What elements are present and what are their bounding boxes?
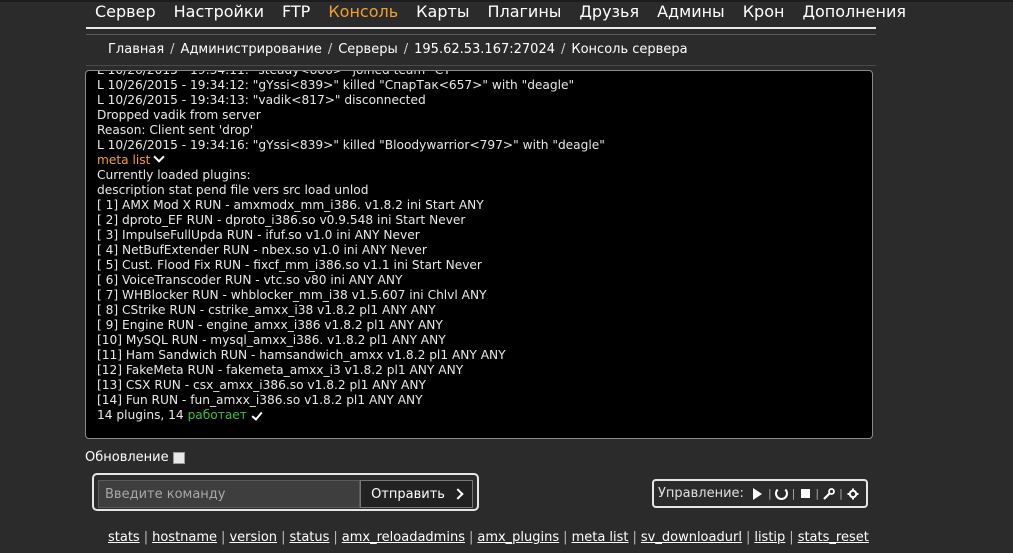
- refresh-toggle: Обновление: [85, 450, 185, 465]
- breadcrumb: Главная / Администрирование / Серверы / 195.62…: [108, 42, 688, 57]
- console-line: [13] CSX RUN - csx_amxx_i386.so v1.8.2 p…: [97, 378, 426, 392]
- quick-command-link[interactable]: stats: [108, 530, 140, 545]
- quick-command-link[interactable]: amx_reloadadmins: [342, 530, 465, 545]
- restart-icon[interactable]: [775, 487, 789, 501]
- check-icon: [251, 411, 262, 420]
- quick-command-link[interactable]: version: [229, 530, 277, 545]
- console-line: [ 9] Engine RUN - engine_amxx_i386 v1.8.…: [97, 318, 443, 332]
- quick-command-separator: |: [632, 530, 637, 545]
- quick-command-separator: |: [281, 530, 286, 545]
- breadcrumb-item[interactable]: 195.62.53.167:27024: [414, 42, 555, 57]
- console-summary: 14 plugins, 14 работает: [97, 408, 862, 423]
- wrench-icon[interactable]: [822, 487, 836, 501]
- command-form: Отправить: [92, 473, 479, 511]
- send-button[interactable]: Отправить: [360, 480, 473, 508]
- console-line: L 10/26/2015 - 19:34:16: "gYssi<839>" ki…: [97, 138, 605, 152]
- breadcrumb-divider: [86, 65, 876, 66]
- refresh-label: Обновление: [85, 450, 169, 465]
- console-command-line: meta list: [97, 151, 862, 168]
- console-plugin-list: Currently loaded plugins: description sta…: [97, 168, 862, 408]
- nav-item[interactable]: FTP: [273, 0, 319, 24]
- console-line: [ 8] CStrike RUN - cstrike_amxx_i38 v1.8…: [97, 303, 436, 317]
- quick-command-separator: |: [745, 530, 751, 545]
- top-nav: Сервер Настройки FTP Консоль Карты Плагины Дру…: [86, 0, 906, 35]
- console-line: description stat pend file vers src load…: [97, 183, 369, 197]
- breadcrumb-item[interactable]: Администрирование: [181, 42, 322, 57]
- quick-command-link[interactable]: amx_plugins: [477, 530, 559, 545]
- nav-item[interactable]: Карты: [407, 0, 478, 24]
- console-line: [12] FakeMeta RUN - fakemeta_amxx_i3 v1.…: [97, 363, 464, 377]
- console-line: [ 4] NetBufExtender RUN - nbex.so v1.0 i…: [97, 243, 427, 257]
- send-button-label: Отправить: [371, 486, 445, 502]
- nav-item[interactable]: Крон: [734, 0, 794, 24]
- quick-command-separator: |: [333, 530, 338, 545]
- control-label: Управление:: [658, 486, 744, 501]
- summary-status: работает: [187, 408, 247, 422]
- quick-command-separator: |: [143, 530, 149, 545]
- summary-count: 14 plugins, 14: [97, 408, 184, 422]
- nav-item[interactable]: Плагины: [478, 0, 570, 24]
- console-output: L 10/26/2015 - 19:34:11: "steady<886>" j…: [97, 71, 862, 438]
- nav-item[interactable]: Настройки: [165, 0, 273, 24]
- quick-command-link[interactable]: status: [289, 530, 329, 545]
- quick-command-link[interactable]: listip: [754, 530, 785, 545]
- nav-items: Сервер Настройки FTP Консоль Карты Плагины Дру…: [86, 0, 906, 24]
- control-separator: |: [791, 487, 796, 500]
- server-console[interactable]: L 10/26/2015 - 19:34:11: "steady<886>" j…: [85, 70, 873, 439]
- console-line: [14] Fun RUN - fun_amxx_i386.so v1.8.2 p…: [97, 393, 423, 407]
- console-command: meta list: [97, 153, 151, 167]
- quick-command-separator: |: [468, 530, 474, 545]
- console-line: [ 6] VoiceTranscoder RUN - vtc.so v80 in…: [97, 273, 403, 287]
- quick-command-separator: |: [563, 530, 568, 545]
- console-line: L 10/26/2015 - 19:34:12: "gYssi<839>" ki…: [97, 78, 575, 92]
- stop-icon[interactable]: [798, 487, 812, 501]
- quick-command-link[interactable]: sv_downloadurl: [641, 530, 742, 545]
- console-line: Currently loaded plugins:: [97, 168, 251, 182]
- gear-icon[interactable]: [846, 487, 860, 501]
- command-input[interactable]: [98, 480, 360, 508]
- console-line: L 10/26/2015 - 19:34:11: "steady<886>" j…: [97, 70, 457, 77]
- breadcrumb-separator: /: [560, 42, 566, 57]
- quick-command-link[interactable]: meta list: [572, 530, 629, 545]
- breadcrumb-item[interactable]: Главная: [108, 42, 164, 57]
- console-line: Reason: Client sent 'drop': [97, 123, 254, 137]
- nav-item[interactable]: Сервер: [86, 0, 165, 24]
- breadcrumb-separator: /: [403, 42, 409, 57]
- quick-command-link[interactable]: hostname: [152, 530, 217, 545]
- chevron-down-icon: [153, 151, 166, 163]
- quick-command-separator: |: [221, 530, 226, 545]
- nav-item[interactable]: Друзья: [570, 0, 648, 24]
- quick-command-separator: |: [789, 530, 794, 545]
- nav-underline: [86, 27, 876, 29]
- quick-commands: stats | hostname | version | status | amx_reload…: [108, 530, 869, 545]
- control-separator: |: [815, 487, 820, 500]
- server-control-panel: Управление: | | | |: [652, 479, 868, 508]
- chevron-right-icon: [452, 488, 464, 500]
- console-line: [ 3] ImpulseFullUpda RUN - ifuf.so v1.0 …: [97, 228, 420, 242]
- console-log: L 10/26/2015 - 19:34:12: "gYssi<839>" ki…: [97, 78, 862, 153]
- console-line: Dropped vadik from server: [97, 108, 261, 122]
- refresh-checkbox[interactable]: [172, 451, 185, 464]
- console-line: L 10/26/2015 - 19:34:13: "vadik<817>" di…: [97, 93, 426, 107]
- control-separator: |: [767, 487, 772, 500]
- breadcrumb-separator: /: [327, 42, 333, 57]
- control-separator: |: [839, 487, 843, 500]
- console-line: [ 1] AMX Mod X RUN - amxmodx_mm_i386. v1…: [97, 198, 484, 212]
- console-line: [ 5] Cust. Flood Fix RUN - fixcf_mm_i386…: [97, 258, 482, 272]
- console-line: [ 2] dproto_EF RUN - dproto_i386.so v0.9…: [97, 213, 466, 227]
- nav-item[interactable]: Админы: [648, 0, 734, 24]
- quick-command-link[interactable]: stats_reset: [798, 530, 869, 545]
- nav-item[interactable]: Консоль: [319, 0, 407, 24]
- console-line: [10] MySQL RUN - mysql_amxx_i386. v1.8.2…: [97, 333, 446, 347]
- console-line: [ 7] WHBlocker RUN - whblocker_mm_i38 v1…: [97, 288, 487, 302]
- breadcrumb-item[interactable]: Серверы: [338, 42, 398, 57]
- nav-item[interactable]: Дополнения: [793, 0, 915, 24]
- play-icon[interactable]: [751, 487, 765, 501]
- nav-divider: [86, 34, 876, 35]
- console-line: [11] Ham Sandwich RUN - hamsandwich_amxx…: [97, 348, 506, 362]
- breadcrumb-item: Консоль сервера: [571, 42, 688, 57]
- breadcrumb-separator: /: [170, 42, 175, 57]
